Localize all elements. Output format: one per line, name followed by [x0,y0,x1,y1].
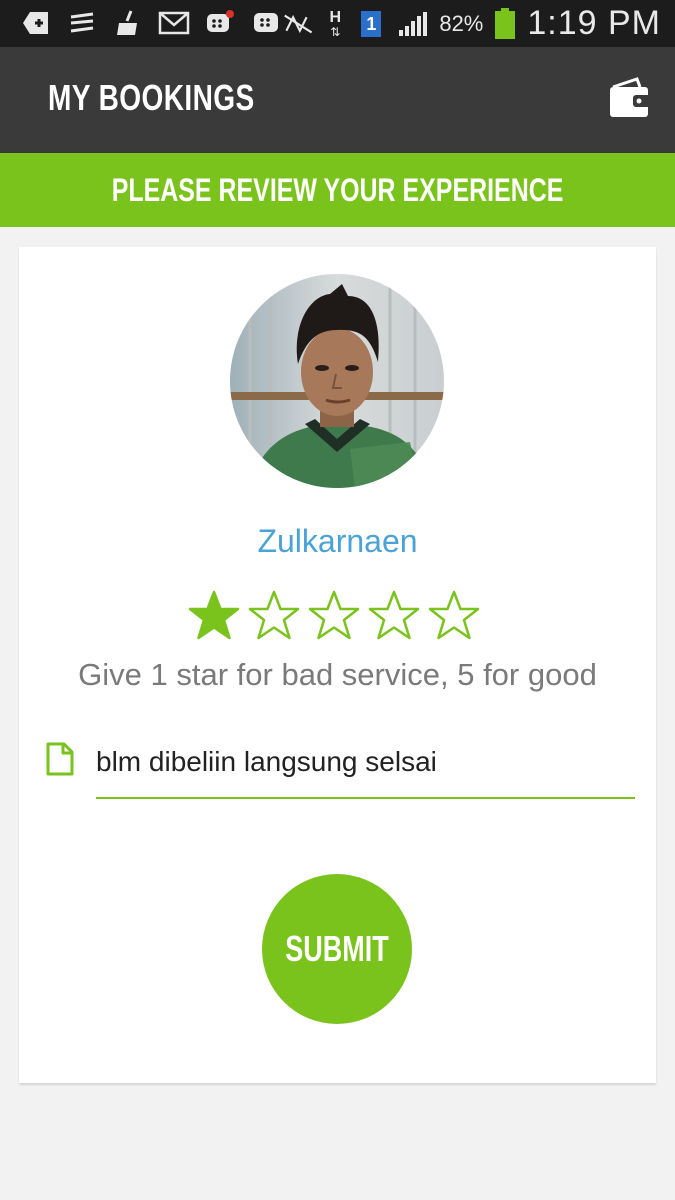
wallet-icon [610,77,651,117]
wallet-button[interactable] [607,77,653,121]
review-banner: PLEASE REVIEW YOUR EXPERIENCE [0,153,675,227]
driver-avatar [230,274,444,488]
rating-hint: Give 1 star for bad service, 5 for good [78,657,597,692]
banner-text: PLEASE REVIEW YOUR EXPERIENCE [111,171,564,208]
data-arrows-icon: ⇅ [330,24,341,39]
swipe-icon [66,8,98,38]
star-rating[interactable] [187,589,481,643]
no-sim-icon [283,9,315,39]
star-2[interactable] [247,589,301,643]
page-title: MY BOOKINGS [48,77,255,118]
submit-label: SUBMIT [285,928,389,969]
driver-name: Zulkarnaen [257,523,418,559]
cleaner-icon [112,8,144,38]
bbm-icon [250,8,282,38]
note-icon [46,742,74,776]
submit-button[interactable]: SUBMIT [262,874,412,1024]
comment-field[interactable] [96,735,635,799]
battery-icon [493,7,517,39]
star-5[interactable] [427,589,481,643]
star-3[interactable] [307,589,361,643]
add-box-icon [20,8,52,38]
h-data-icon: H ⇅ [329,8,342,39]
notification-1-icon: 1 [355,9,387,39]
bbm-notification-icon [204,8,236,38]
battery-percent: 82% [439,10,484,36]
star-1[interactable] [187,589,241,643]
app-bar: MY BOOKINGS [0,47,675,153]
mail-icon [158,8,190,38]
star-4[interactable] [367,589,421,643]
status-icons-right: H ⇅ 1 82% 1:19 PM [283,4,661,43]
review-card: Zulkarnaen Give 1 star for bad service, … [19,247,656,1083]
status-bar: H ⇅ 1 82% 1:19 PM [0,0,675,47]
signal-icon [397,9,429,39]
status-icons-left [20,8,282,38]
clock: 1:19 PM [527,4,661,42]
